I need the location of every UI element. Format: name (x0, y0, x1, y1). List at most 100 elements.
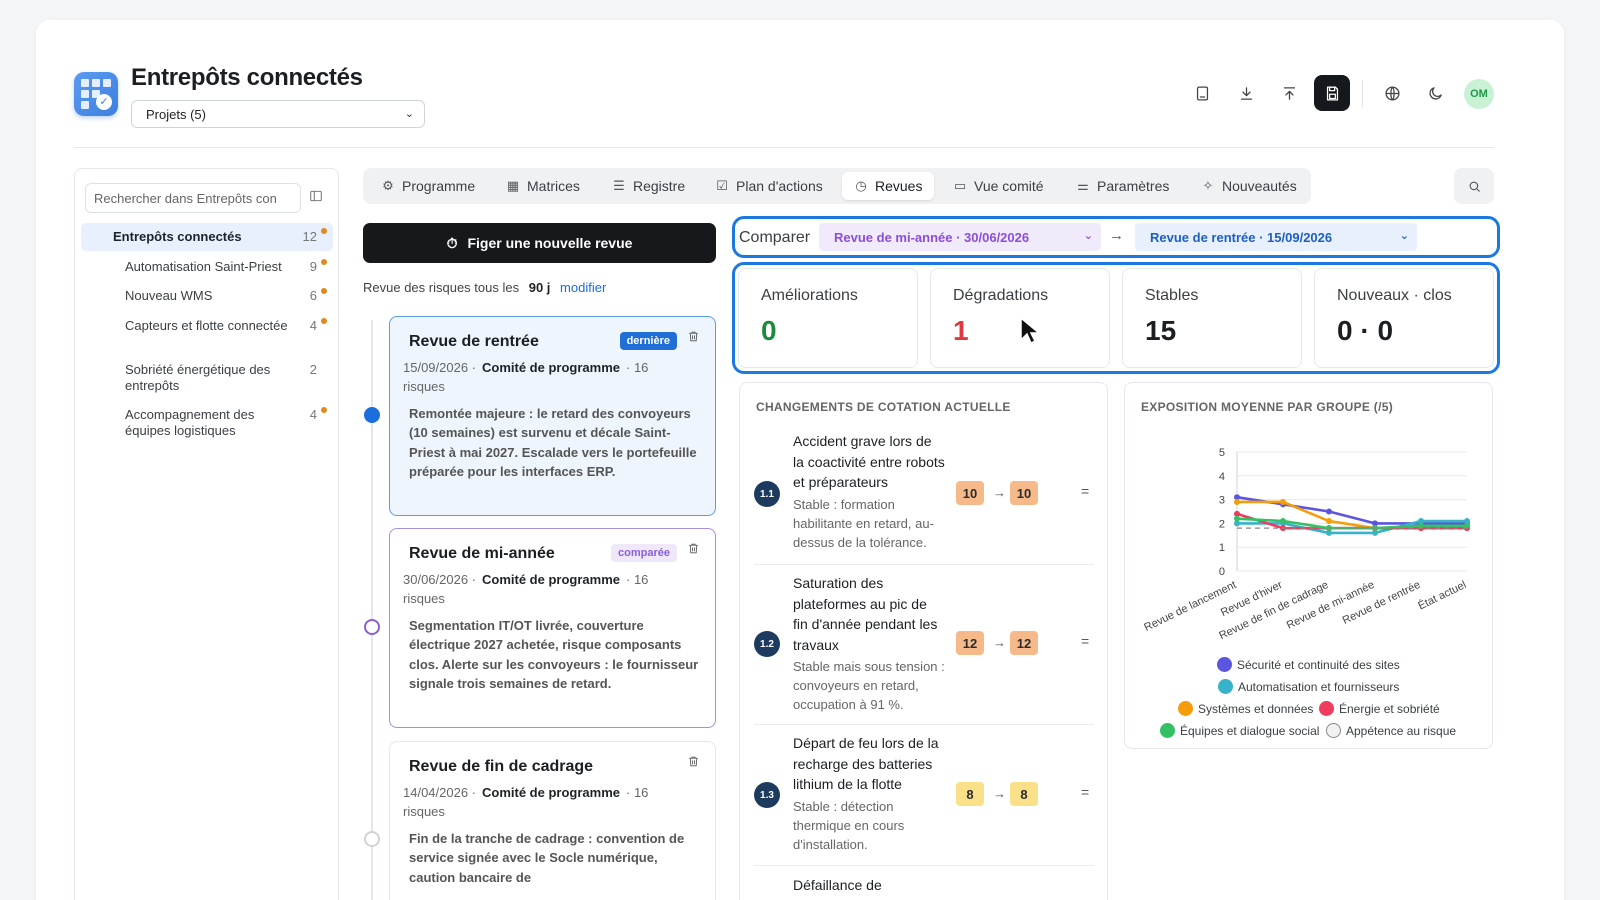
modify-frequency-link[interactable]: modifier (560, 280, 606, 295)
grid-icon: ▦ (506, 178, 520, 193)
sidebar-item-count: 4 (309, 407, 317, 422)
legend-label: Automatisation et fournisseurs (1238, 679, 1400, 694)
save-button[interactable] (1314, 75, 1350, 111)
change-sign: = (1081, 483, 1090, 499)
review-note: Segmentation IT/OT livrée, couverture él… (409, 618, 699, 691)
upload-button[interactable] (1271, 75, 1307, 111)
review-card[interactable]: Revue de mi-année comparée 30/06/2026 · C… (389, 528, 716, 728)
avatar[interactable]: OM (1464, 79, 1494, 109)
sidebar-item-label: Capteurs et flotte connectée (125, 318, 288, 333)
stat-label: Stables (1145, 287, 1199, 304)
y-tick-label: 2 (1219, 518, 1225, 530)
status-dot (321, 288, 327, 294)
legend-swatch (1218, 679, 1233, 694)
chevron-down-icon: ⌄ (404, 108, 414, 120)
tab-vue-comite[interactable]: ▭ Vue comité (941, 172, 1056, 200)
change-item[interactable]: 1.2 Saturation des plateformes au pic de… (754, 573, 1094, 725)
tab-label: Revues (875, 178, 923, 194)
stat-value: 0 (761, 315, 777, 346)
check-icon: ✓ (96, 94, 112, 110)
moon-icon (1428, 86, 1442, 100)
tab-nouveautes[interactable]: ✧ Nouveautés (1189, 172, 1309, 200)
tab-plan-actions[interactable]: ☑ Plan d'actions (703, 172, 835, 200)
tab-label: Nouveautés (1222, 178, 1297, 194)
tab-label: Paramètres (1097, 178, 1170, 194)
tab-matrices[interactable]: ▦ Matrices (494, 172, 592, 200)
compare-from-select[interactable]: Revue de mi-année · 30/06/2026 ⌄ (819, 223, 1101, 251)
exposure-line-chart: 012345Revue de lancementRevue d'hiverRev… (1142, 447, 1470, 642)
change-item[interactable]: 1.1 Accident grave lors de la coactivité… (754, 431, 1094, 565)
delete-review-button[interactable] (687, 330, 701, 344)
timeline-dot (364, 831, 380, 847)
app-logo: ✓ (74, 72, 118, 116)
change-item[interactable]: Défaillance de (754, 875, 1094, 900)
compare-to-select[interactable]: Revue de rentrée · 15/09/2026 ⌄ (1135, 223, 1417, 251)
sidebar-item-count: 6 (309, 288, 317, 303)
legend-item[interactable]: Automatisation et fournisseurs (1218, 679, 1399, 694)
chevron-down-icon: ⌄ (1399, 230, 1409, 242)
legend-item[interactable]: Énergie et sobriété (1319, 701, 1440, 716)
document-button[interactable] (1184, 75, 1220, 111)
trash-icon (689, 543, 698, 554)
review-title: Revue de fin de cadrage (409, 758, 594, 775)
latest-badge: dernière (619, 332, 677, 350)
stat-label: Dégradations (953, 287, 1049, 304)
search-button[interactable] (1454, 168, 1494, 204)
freeze-review-button[interactable]: ⏱ Figer une nouvelle revue (363, 223, 716, 263)
trash-icon (689, 331, 698, 342)
download-button[interactable] (1228, 75, 1264, 111)
tab-bar: ⚙ Programme ▦ Matrices ☰ Registre ☑ Plan d'a… (363, 168, 1311, 204)
tab-revues[interactable]: ◷ Revues (842, 172, 935, 200)
change-item[interactable]: 1.3 Départ de feu lors de la recharge de… (754, 733, 1094, 866)
app-window: ✓ Entrepôts connectés Projets (5) ⌄ OM R… (36, 20, 1564, 900)
timeline-dot (364, 619, 380, 635)
tab-parametres[interactable]: ⚌ Paramètres (1064, 172, 1181, 200)
stat-stable: Stables 15 (1122, 268, 1302, 368)
legend-item[interactable]: Systèmes et données (1178, 701, 1313, 716)
delete-review-button[interactable] (687, 542, 701, 556)
tab-label: Plan d'actions (736, 178, 823, 194)
sidebar-item-label: Entrepôts connectés (113, 229, 242, 244)
compare-label: Comparer (739, 229, 811, 246)
monitor-icon: ▭ (953, 178, 967, 193)
language-button[interactable] (1374, 75, 1410, 111)
project-select[interactable]: Projets (5) ⌄ (131, 100, 425, 128)
review-frequency: Revue des risques tous les 90 j modifier (363, 280, 606, 295)
review-card[interactable]: Revue de fin de cadrage 14/04/2026 · Comi… (389, 741, 716, 900)
sidebar-item-root[interactable]: Entrepôts connectés 12 (81, 223, 333, 251)
review-meta: 14/04/2026 · Comité de programme · 16 risq… (403, 783, 693, 821)
app-title: Entrepôts connectés (131, 64, 363, 91)
stat-value: 1 (953, 315, 969, 346)
sidebar-search-input[interactable]: Rechercher dans Entrepôts con (85, 183, 301, 213)
status-dot (321, 228, 327, 234)
legend-item[interactable]: Équipes et dialogue social (1160, 723, 1319, 738)
compare-from-value: Revue de mi-année · 30/06/2026 (834, 230, 1030, 245)
theme-toggle-button[interactable] (1417, 75, 1453, 111)
y-tick-label: 5 (1219, 447, 1225, 459)
tab-label: Programme (402, 178, 476, 194)
x-tick-label: État actuel (1416, 578, 1468, 612)
legend-item[interactable]: Appétence au risque (1326, 723, 1456, 738)
divider (1362, 80, 1363, 108)
delete-review-button[interactable] (687, 755, 701, 769)
legend-item[interactable]: Sécurité et continuité des sites (1217, 657, 1400, 672)
risk-title: Défaillance de (793, 877, 882, 893)
sidebar-toggle-button[interactable] (309, 189, 327, 207)
legend-label: Appétence au risque (1346, 723, 1457, 738)
sidebar-item-count: 12 (302, 229, 317, 244)
review-org: Comité de programme (482, 572, 620, 587)
tab-registre[interactable]: ☰ Registre (600, 172, 697, 200)
review-card[interactable]: Revue de rentrée dernière 15/09/2026 · Co… (389, 316, 716, 516)
risk-number: 1.3 (754, 782, 780, 808)
sidebar-item-label: Sobriété énergétique des entrepôts (125, 362, 271, 393)
review-meta: 15/09/2026 · Comité de programme · 16 risq… (403, 358, 693, 396)
stat-improvements: Améliorations 0 (738, 268, 918, 368)
compare-bar: Comparer Revue de mi-année · 30/06/2026 ⌄… (732, 216, 1500, 258)
compare-to-value: Revue de rentrée · 15/09/2026 (1150, 230, 1333, 245)
project-select-value: Projets (5) (146, 107, 206, 122)
risk-title: Départ de feu lors de la recharge des ba… (793, 735, 939, 792)
score-after: 8 (1010, 782, 1038, 806)
tab-programme[interactable]: ⚙ Programme (369, 172, 487, 200)
exposure-chart-panel: EXPOSITION MOYENNE PAR GROUPE (/5) 0 1 2 3 4… (1124, 382, 1493, 749)
globe-icon (1384, 85, 1400, 101)
